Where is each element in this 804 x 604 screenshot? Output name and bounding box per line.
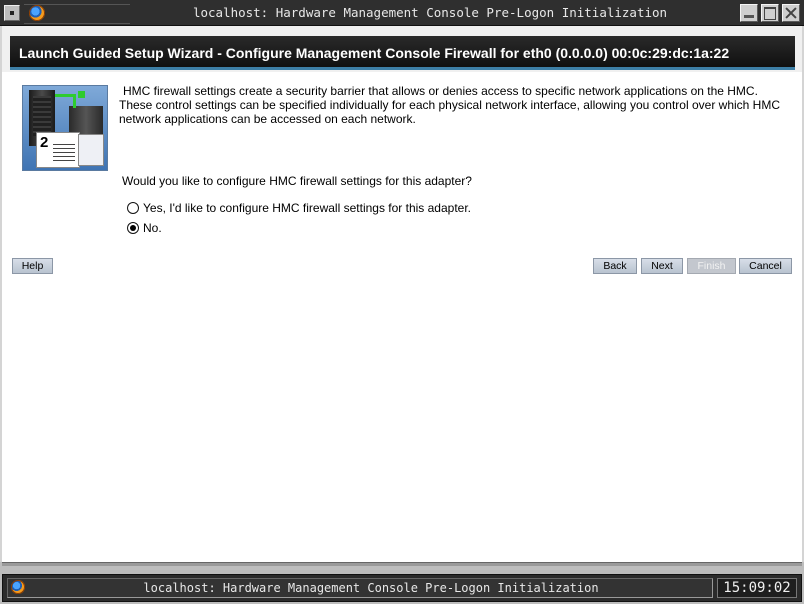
taskbar: localhost: Hardware Management Console P… (2, 574, 802, 602)
maximize-icon[interactable] (761, 4, 779, 22)
help-button[interactable]: Help (12, 258, 53, 274)
minimize-icon[interactable] (740, 4, 758, 22)
network-link-icon (73, 94, 76, 108)
taskbar-window-button[interactable]: localhost: Hardware Management Console P… (7, 578, 713, 598)
wizard-page: Launch Guided Setup Wizard - Configure M… (2, 26, 802, 562)
step-number: 2 (40, 134, 49, 151)
firefox-icon (11, 580, 25, 594)
radio-no[interactable] (127, 222, 139, 234)
clock: 15:09:02 (717, 578, 797, 598)
taskbar-window-title: localhost: Hardware Management Console P… (143, 581, 599, 595)
window-menu-icon[interactable] (4, 5, 20, 21)
finish-button: Finish (687, 258, 736, 274)
option-yes[interactable]: Yes, I'd like to configure HMC firewall … (127, 200, 471, 216)
window-title: localhost: Hardware Management Console P… (130, 4, 730, 22)
window-titlebar[interactable]: localhost: Hardware Management Console P… (0, 0, 804, 26)
document-icon (78, 134, 104, 166)
firewall-description: HMC firewall settings create a security … (119, 84, 791, 126)
window-frame (2, 562, 802, 566)
wizard-step-image: 2 (22, 85, 108, 171)
radio-yes[interactable] (127, 202, 139, 214)
option-yes-label: Yes, I'd like to configure HMC firewall … (143, 201, 472, 215)
network-link-icon (55, 94, 75, 97)
close-icon[interactable] (782, 4, 800, 22)
option-no[interactable]: No. (127, 220, 162, 236)
description-text: HMC firewall settings create a security … (119, 84, 780, 126)
network-node-icon (78, 91, 85, 98)
option-no-label: No. (143, 221, 162, 235)
wizard-heading: Launch Guided Setup Wizard - Configure M… (10, 36, 795, 70)
back-button[interactable]: Back (593, 258, 637, 274)
header-band: Launch Guided Setup Wizard - Configure M… (2, 26, 802, 72)
configure-question: Would you like to configure HMC firewall… (122, 174, 472, 188)
next-button[interactable]: Next (641, 258, 683, 274)
cancel-button[interactable]: Cancel (739, 258, 792, 274)
firefox-icon (29, 5, 45, 21)
